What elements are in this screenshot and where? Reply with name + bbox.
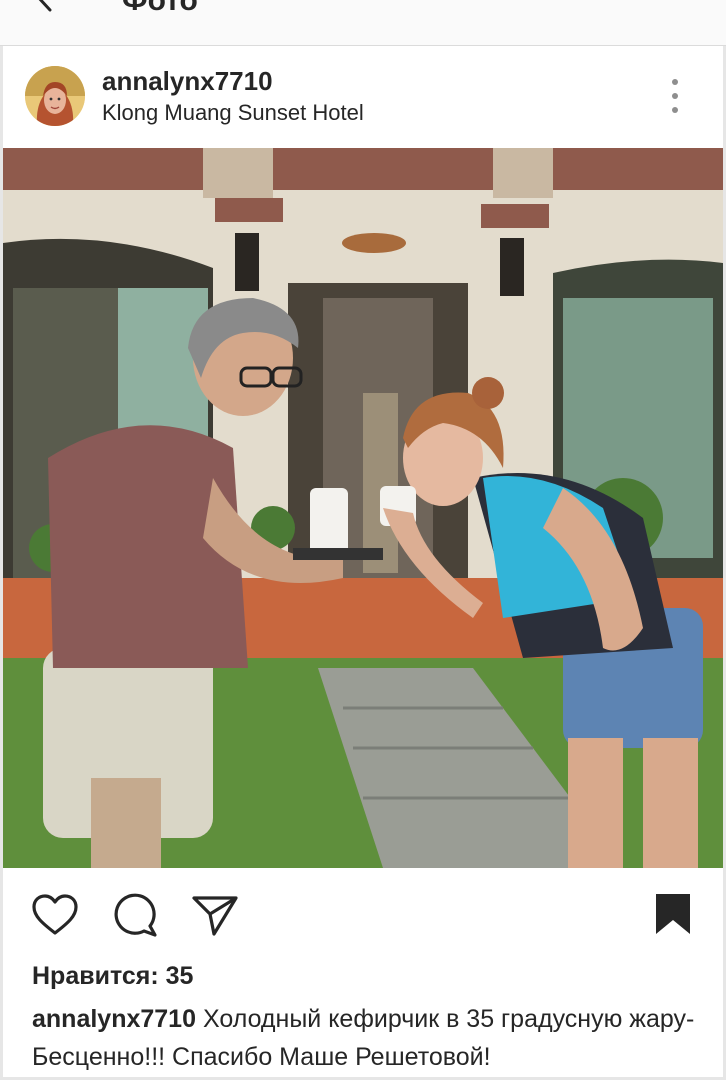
back-arrow-icon[interactable] [30,0,60,12]
post-photo[interactable] [3,148,723,868]
caption-username[interactable]: annalynx7710 [32,1005,196,1033]
comment-icon[interactable] [110,890,160,940]
post-location[interactable]: Klong Muang Sunset Hotel [102,100,364,126]
post-username[interactable]: annalynx7710 [102,66,273,96]
more-vertical-icon[interactable] [664,76,686,116]
avatar-image [25,66,85,126]
avatar[interactable] [25,66,85,126]
bookmark-icon[interactable] [648,890,698,940]
likes-count[interactable]: Нравится: 35 [32,960,193,992]
share-icon[interactable] [190,890,240,940]
screen-title: Фото [122,0,198,17]
post-header: annalynx7710 Klong Muang Sunset Hotel [0,46,726,148]
top-bar: Фото [0,0,726,46]
post-caption: annalynx7710 Холодный кефирчик в 35 град… [32,1000,712,1076]
post-actions [0,868,726,960]
photo-scene [3,148,723,868]
heart-icon[interactable] [30,890,80,940]
